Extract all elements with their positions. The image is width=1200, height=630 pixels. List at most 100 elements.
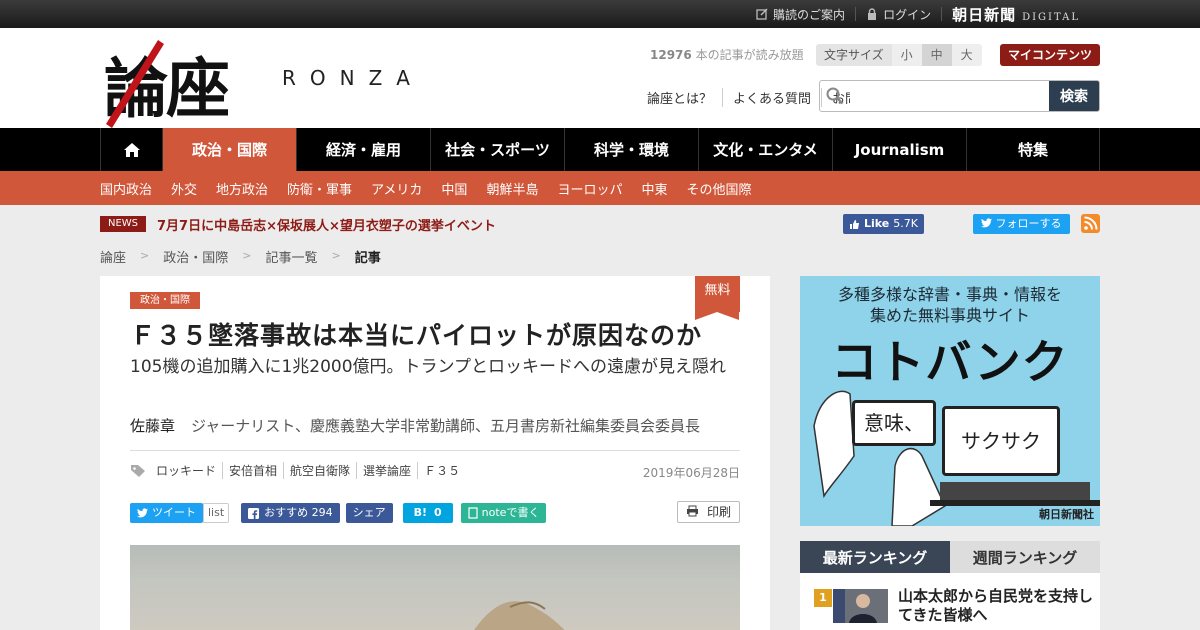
free-badge: 無料 [695,276,740,320]
search-button[interactable]: 検索 [1049,81,1099,111]
breadcrumb-item[interactable]: 論座 [100,247,126,266]
author-line: 佐藤章 ジャーナリスト、慶應義塾大学非常勤講師、五月書房新社編集委員会委員長 [130,415,700,436]
facebook-recommend-label: おすすめ [264,506,309,519]
ranking-item[interactable]: 1 山本太郎から自民党を支持してきた皆様へ [814,587,1094,627]
article-count-number: 12976 [650,48,692,62]
login-link[interactable]: ログイン [856,7,943,22]
nav-economy[interactable]: 経済・雇用 [296,128,430,171]
facebook-like-label: Like [864,217,890,230]
article-photo [130,545,740,630]
tag-link[interactable]: Ｆ３５ [417,462,466,479]
digital-logo-text: DIGITAL [1022,11,1080,23]
facebook-share-button[interactable]: シェア [345,503,393,523]
tag-link[interactable]: 選挙論座 [356,462,417,479]
divider [130,450,740,451]
hatena-icon: B! [413,506,428,519]
tag-link[interactable]: 航空自衛隊 [283,462,356,479]
note-icon [468,507,478,519]
author-name[interactable]: 佐藤章 [130,417,175,435]
ronza-logo[interactable]: 論座 RONZA [104,36,444,128]
top-bar: 購読のご案内 ログイン 朝日新聞 DIGITAL [0,0,1200,28]
subscribe-link[interactable]: 購読のご案内 [746,7,857,22]
logo-roman: RONZA [282,66,424,90]
nav-science[interactable]: 科学・環境 [564,128,698,171]
breadcrumb-separator: > [140,249,150,262]
about-link[interactable]: 論座とは？ [637,88,722,107]
facebook-like-count: 5.7K [893,217,918,230]
nav-home[interactable] [100,128,162,171]
lock-icon [866,8,878,20]
subnav-item[interactable]: 中国 [441,179,467,198]
nav-journalism[interactable]: Journalism [832,128,966,171]
nav-politics[interactable]: 政治・国際 [162,128,296,171]
my-content-button[interactable]: マイコンテンツ [999,44,1100,66]
tag-link[interactable]: ロッキード [150,462,222,479]
ad-illustration [813,390,1100,526]
article-count-suffix: 本の記事が読み放題 [691,48,804,62]
thumbs-up-icon [850,219,859,229]
printer-icon [687,505,699,517]
category-badge[interactable]: 政治・国際 [130,292,200,309]
breadcrumb-item[interactable]: 政治・国際 [163,247,228,266]
breadcrumb-item[interactable]: 記事一覧 [265,247,317,266]
publish-date: 2019年06月28日 [642,466,740,480]
ranking-thumbnail [833,589,888,623]
asahi-digital-logo[interactable]: 朝日新聞 DIGITAL [942,4,1080,25]
tweet-label: ツイート [152,506,196,519]
subnav-item[interactable]: アメリカ [371,179,422,198]
search-box: 検索 [819,80,1100,112]
font-size-large[interactable]: 大 [951,44,982,66]
tab-weekly-ranking[interactable]: 週間ランキング [950,541,1100,573]
hatena-bookmark-button[interactable]: B! 0 [402,503,453,523]
article-subtitle: 105機の追加購入に1兆2000億円。トランプとロッキードへの遠慮が見え隠れ [130,357,727,377]
font-size-small[interactable]: 小 [891,44,922,66]
search-icon [820,81,850,111]
print-button[interactable]: 印刷 [677,501,740,523]
breadcrumb-separator: > [331,249,341,262]
subnav-item[interactable]: その他国際 [686,179,751,198]
facebook-like-button[interactable]: Like 5.7K [843,214,924,234]
faq-link[interactable]: よくある質問 [722,88,821,107]
tag-icon [131,464,145,477]
tweet-button[interactable]: ツイート [130,503,203,523]
home-icon [123,142,140,157]
header-tools: 12976 本の記事が読み放題 文字サイズ 小 中 大 マイコンテンツ 論座とは… [647,44,1100,124]
ad-phone-text: 意味、 [852,400,936,446]
subnav-item[interactable]: 中東 [641,179,667,198]
news-headline-link[interactable]: 7月7日に中島岳志×保坂展人×望月衣塑子の選挙イベント [157,215,496,234]
font-size-medium[interactable]: 中 [921,44,952,66]
news-row: NEWS 7月7日に中島岳志×保坂展人×望月衣塑子の選挙イベント Like 5.… [100,214,1100,236]
tab-latest-ranking[interactable]: 最新ランキング [800,541,950,573]
article-count: 12976 本の記事が読み放題 [650,46,804,63]
twitter-follow-label: フォローする [995,217,1062,230]
subnav-item[interactable]: 地方政治 [216,179,268,198]
subnav-item[interactable]: 朝鮮半島 [486,179,538,198]
subnav-item[interactable]: 外交 [171,179,197,198]
subnav-item[interactable]: ヨーロッパ [557,179,622,198]
article-title: Ｆ３５墜落事故は本当にパイロットが原因なのか [130,321,703,350]
note-button[interactable]: noteで書く [460,503,547,523]
tag-link[interactable]: 安倍首相 [222,462,283,479]
nav-society[interactable]: 社会・スポーツ [430,128,564,171]
kotobank-ad[interactable]: 多種多様な辞書・事典・情報を 集めた無料事典サイト コトバンク 意味、 サクサク… [800,276,1100,526]
ad-footer: 朝日新聞社 [1039,508,1094,521]
asahi-logo-text: 朝日新聞 [952,5,1017,24]
facebook-recommend-count: 294 [311,506,333,519]
subscribe-label: 購読のご案内 [773,7,846,22]
top-bar-links: 購読のご案内 ログイン 朝日新聞 DIGITAL [746,0,1080,28]
tag-list: ロッキード 安倍首相 航空自衛隊 選挙論座 Ｆ３５ [130,462,466,479]
rss-icon[interactable] [1081,214,1100,233]
subnav-item[interactable]: 国内政治 [100,179,152,198]
facebook-recommend-button[interactable]: おすすめ 294 [241,503,340,523]
nav-culture[interactable]: 文化・エンタメ [698,128,832,171]
twitter-follow-button[interactable]: フォローする [973,214,1070,234]
article-card: 政治・国際 無料 Ｆ３５墜落事故は本当にパイロットが原因なのか 105機の追加購… [100,276,770,630]
nav-special[interactable]: 特集 [966,128,1100,171]
logo-slash-icon [106,40,164,128]
twitter-list-count[interactable]: list [203,503,230,523]
ranking-tabs: 最新ランキング 週間ランキング [800,541,1100,573]
breadcrumb-current: 記事 [354,251,381,266]
subnav-item[interactable]: 防衛・軍事 [287,179,352,198]
search-input[interactable] [850,81,1049,111]
rank-number: 1 [814,589,832,607]
